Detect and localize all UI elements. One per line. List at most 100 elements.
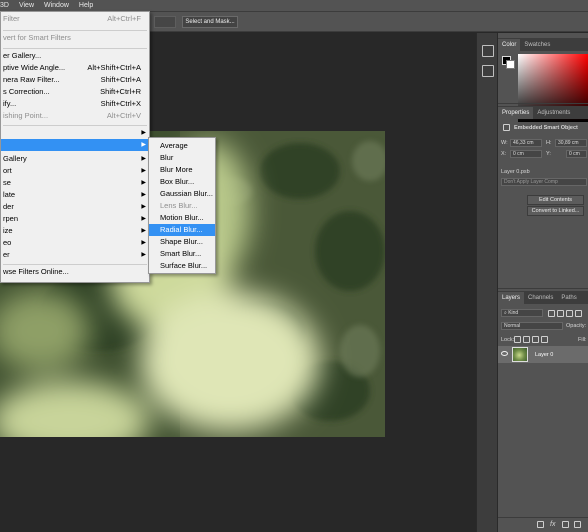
search-icon: ⌕ [504, 310, 507, 316]
menu-item-average[interactable]: Average [149, 140, 215, 152]
fx-icon[interactable]: fx [550, 521, 555, 528]
menu-item-vanishing-point[interactable]: ishing Point... Alt+Ctrl+V [1, 110, 149, 122]
menu-item-adaptive-wide-angle[interactable]: ptive Wide Angle... Alt+Shift+Ctrl+A [1, 62, 149, 74]
eye-icon[interactable] [501, 351, 508, 356]
opacity-label: Opacity: [566, 323, 587, 329]
blur-submenu: Average Blur Blur More Box Blur... Gauss… [148, 137, 216, 274]
menu-item-label: ort [3, 166, 12, 175]
menu-separator [3, 30, 147, 31]
menu-window[interactable]: Window [44, 2, 69, 9]
menu-view[interactable]: View [19, 2, 34, 9]
menu-item-label: ishing Point... [3, 111, 49, 120]
layer-kind-filter[interactable]: ⌕ Kind [501, 309, 543, 317]
menu-item-gaussian-blur[interactable]: Gaussian Blur... [149, 188, 215, 200]
lock-position-icon[interactable] [532, 336, 539, 343]
menu-item-shortcut: Alt+Ctrl+F [107, 14, 141, 23]
y-field[interactable]: 0 cm [566, 150, 587, 158]
menu-item-blur-gallery[interactable]: Gallery ▶ [1, 153, 149, 165]
menu-item-lens-blur[interactable]: Lens Blur... [149, 200, 215, 212]
menu-item-label: wse Filters Online... [3, 267, 69, 276]
tab-paths[interactable]: Paths [557, 292, 580, 304]
menu-item-noise[interactable]: se ▶ [1, 177, 149, 189]
x-field[interactable]: 0 cm [510, 150, 542, 158]
menu-item-pixelate[interactable]: late ▶ [1, 189, 149, 201]
menu-item-filter-gallery[interactable]: er Gallery... [1, 50, 149, 62]
width-label: W: [501, 140, 508, 146]
menu-item-label: der [3, 202, 14, 211]
menu-item-camera-raw[interactable]: nera Raw Filter... Shift+Ctrl+A [1, 74, 149, 86]
height-label: H: [546, 140, 552, 146]
menu-item-browse-filters-online[interactable]: wse Filters Online... [1, 266, 149, 278]
select-and-mask-button[interactable]: Select and Mask... [182, 16, 238, 28]
background-color-swatch[interactable] [506, 60, 515, 69]
options-control[interactable] [154, 16, 176, 28]
menu-item-label: late [3, 190, 16, 199]
menu-item-box-blur[interactable]: Box Blur... [149, 176, 215, 188]
history-panel-icon[interactable] [482, 45, 494, 57]
smart-object-type: Embedded Smart Object [514, 125, 578, 131]
menu-item-video[interactable]: eo ▶ [1, 237, 149, 249]
tab-color[interactable]: Color [498, 39, 521, 51]
menu-item-label: nera Raw Filter... [3, 75, 60, 84]
menu-item-shortcut: Shift+Ctrl+R [100, 87, 141, 96]
menu-item-sharpen[interactable]: rpen ▶ [1, 213, 149, 225]
submenu-arrow-icon: ▶ [141, 228, 146, 234]
menu-item-shortcut: Alt+Ctrl+V [106, 111, 141, 120]
menu-item-shape-blur[interactable]: Shape Blur... [149, 236, 215, 248]
menu-item-label: ptive Wide Angle... [3, 63, 66, 72]
filter-adjustment-icon[interactable] [557, 310, 564, 317]
menu-item-distort[interactable]: ort ▶ [1, 165, 149, 177]
menu-help[interactable]: Help [79, 2, 93, 9]
layers-panel-tabs: Layers Channels Paths [498, 291, 588, 304]
menu-item-blur-simple[interactable]: Blur [149, 152, 215, 164]
tab-channels[interactable]: Channels [524, 292, 557, 304]
link-layers-icon[interactable] [537, 521, 544, 528]
filter-type-icon[interactable] [566, 310, 573, 317]
lock-all-icon[interactable] [541, 336, 548, 343]
submenu-arrow-icon: ▶ [141, 156, 146, 162]
menu-item-render[interactable]: der ▶ [1, 201, 149, 213]
layer-comp-select[interactable]: Don't Apply Layer Comp [501, 178, 587, 186]
lock-transparent-icon[interactable] [514, 336, 521, 343]
menu-item-radial-blur[interactable]: Radial Blur... [149, 224, 215, 236]
menu-item-last-filter[interactable]: Filter Alt+Ctrl+F [1, 13, 149, 25]
menu-3d[interactable]: 3D [0, 2, 9, 9]
submenu-arrow-icon: ▶ [141, 240, 146, 246]
menu-item-3d[interactable]: ▶ [1, 127, 149, 139]
menu-item-blur-more[interactable]: Blur More [149, 164, 215, 176]
adjustment-layer-icon[interactable] [574, 521, 581, 528]
y-label: Y: [546, 151, 551, 157]
menu-item-motion-blur[interactable]: Motion Blur... [149, 212, 215, 224]
filter-shape-icon[interactable] [575, 310, 582, 317]
width-field[interactable]: 46,33 cm [510, 139, 542, 147]
menu-item-blur[interactable]: ▶ [1, 139, 149, 151]
tab-properties[interactable]: Properties [498, 107, 534, 119]
properties-panel-icon[interactable] [482, 65, 494, 77]
menu-item-lens-correction[interactable]: s Correction... Shift+Ctrl+R [1, 86, 149, 98]
submenu-arrow-icon: ▶ [141, 216, 146, 222]
menu-item-smart-blur[interactable]: Smart Blur... [149, 248, 215, 260]
menu-item-surface-blur[interactable]: Surface Blur... [149, 260, 215, 272]
smart-object-filename: Layer 0.psb [501, 169, 530, 175]
menu-item-stylize[interactable]: ize ▶ [1, 225, 149, 237]
tab-swatches[interactable]: Swatches [520, 39, 554, 51]
tab-layers[interactable]: Layers [498, 292, 525, 304]
layer-name[interactable]: Layer 0 [535, 352, 553, 358]
blend-mode-select[interactable]: Normal [501, 322, 563, 330]
menu-item-convert-smart-filters[interactable]: vert for Smart Filters [1, 32, 149, 44]
filter-pixel-icon[interactable] [548, 310, 555, 317]
height-field[interactable]: 30,89 cm [555, 139, 587, 147]
panel-divider [498, 103, 588, 104]
menu-item-shortcut: Shift+Ctrl+A [100, 75, 141, 84]
menu-item-shortcut: Alt+Shift+Ctrl+A [87, 63, 141, 72]
menu-item-label: s Correction... [3, 87, 50, 96]
convert-to-linked-button[interactable]: Convert to Linked... [527, 206, 584, 216]
edit-contents-button[interactable]: Edit Contents [527, 195, 584, 205]
lock-image-icon[interactable] [523, 336, 530, 343]
tab-adjustments[interactable]: Adjustments [533, 107, 574, 119]
add-mask-icon[interactable] [562, 521, 569, 528]
menu-item-liquify[interactable]: ify... Shift+Ctrl+X [1, 98, 149, 110]
menu-item-other[interactable]: er ▶ [1, 249, 149, 261]
menu-item-label: vert for Smart Filters [3, 33, 71, 42]
x-label: X: [501, 151, 507, 157]
